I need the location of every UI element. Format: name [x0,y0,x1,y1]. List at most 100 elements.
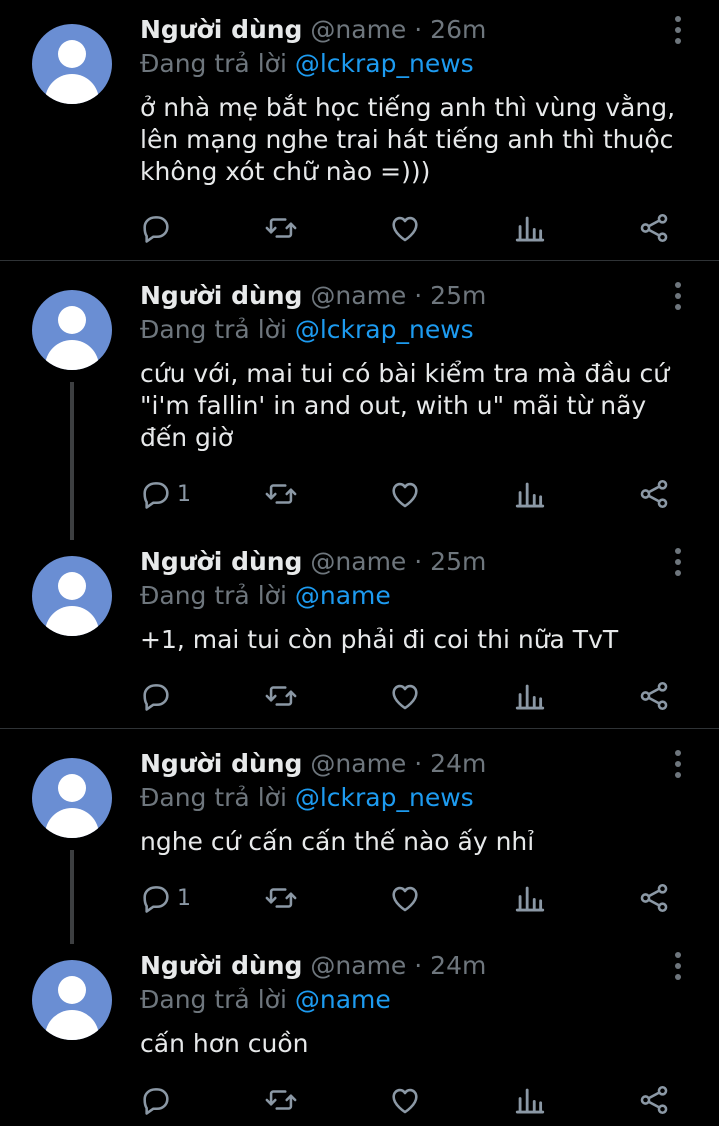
avatar[interactable] [32,556,112,636]
like-button[interactable] [388,474,422,514]
timestamp[interactable]: 25m [430,281,486,310]
divider [0,260,719,261]
separator: · [414,547,423,576]
mention-link[interactable]: @lckrap_news [295,49,474,78]
reply-button[interactable]: 1 [139,878,191,918]
avatar[interactable] [32,758,112,838]
share-button[interactable] [637,676,671,716]
retweet-button[interactable] [264,878,298,918]
share-button[interactable] [637,1080,671,1120]
thread-line [70,382,74,540]
reply-button[interactable] [139,1080,177,1120]
views-icon [513,211,547,245]
reply-button[interactable] [139,208,177,248]
display-name[interactable]: Người dùng [140,749,302,778]
views-icon [513,1083,547,1117]
display-name[interactable]: Người dùng [140,281,302,310]
retweet-icon [264,881,298,915]
handle[interactable]: @name [310,281,406,310]
like-icon [388,211,422,245]
handle[interactable]: @name [310,15,406,44]
like-button[interactable] [388,208,422,248]
reply-button[interactable] [139,676,177,716]
retweet-button[interactable] [264,208,298,248]
share-icon [637,881,671,915]
separator: · [414,281,423,310]
display-name[interactable]: Người dùng [140,15,302,44]
more-options-icon[interactable] [670,548,686,576]
timestamp[interactable]: 24m [430,951,486,980]
tweet-text: ở nhà mẹ bắt học tiếng anh thì vùng vằng… [140,93,676,186]
timestamp[interactable]: 24m [430,749,486,778]
like-icon [388,477,422,511]
timestamp[interactable]: 25m [430,547,486,576]
mention-link[interactable]: @lckrap_news [295,315,474,344]
views-button[interactable] [513,878,547,918]
reply-count: 1 [177,481,191,507]
mention-link[interactable]: @name [295,985,391,1014]
replying-to-label: Đang trả lời [140,315,287,344]
reply-icon [139,477,173,511]
separator: · [414,951,423,980]
tweet-header: Người dùng @name · 24m [140,950,486,982]
retweet-button[interactable] [264,474,298,514]
retweet-icon [264,1083,298,1117]
avatar[interactable] [32,290,112,370]
views-button[interactable] [513,1080,547,1120]
views-icon [513,477,547,511]
divider [0,728,719,729]
replying-to: Đang trả lời @name [140,984,391,1016]
reply-icon [139,1083,173,1117]
handle[interactable]: @name [310,547,406,576]
like-icon [388,881,422,915]
tweet-header: Người dùng @name · 25m [140,280,486,312]
action-bar [0,676,719,716]
retweet-button[interactable] [264,676,298,716]
more-options-icon[interactable] [670,952,686,980]
reply-button[interactable]: 1 [139,474,191,514]
mention-link[interactable]: @lckrap_news [295,783,474,812]
like-button[interactable] [388,1080,422,1120]
share-button[interactable] [637,474,671,514]
replying-to: Đang trả lời @lckrap_news [140,314,474,346]
avatar[interactable] [32,960,112,1040]
replying-to-label: Đang trả lời [140,985,287,1014]
more-options-icon[interactable] [670,750,686,778]
handle[interactable]: @name [310,951,406,980]
like-button[interactable] [388,878,422,918]
replying-to-label: Đang trả lời [140,581,287,610]
share-icon [637,477,671,511]
display-name[interactable]: Người dùng [140,547,302,576]
views-button[interactable] [513,676,547,716]
share-icon [637,1083,671,1117]
tweet-text: cứu với, mai tui có bài kiểm tra mà đầu … [140,359,670,452]
like-button[interactable] [388,676,422,716]
tweet-text: +1, mai tui còn phải đi coi thi nữa TvT [140,625,619,654]
separator: · [414,15,423,44]
retweet-button[interactable] [264,1080,298,1120]
share-button[interactable] [637,208,671,248]
replying-to: Đang trả lời @name [140,580,391,612]
tweet-header: Người dùng @name · 26m [140,14,486,46]
timestamp[interactable]: 26m [430,15,486,44]
display-name[interactable]: Người dùng [140,951,302,980]
avatar[interactable] [32,24,112,104]
reply-icon [139,211,173,245]
action-bar: 1 [0,474,719,514]
retweet-icon [264,477,298,511]
views-button[interactable] [513,208,547,248]
replying-to-label: Đang trả lời [140,783,287,812]
handle[interactable]: @name [310,749,406,778]
mention-link[interactable]: @name [295,581,391,610]
separator: · [414,749,423,778]
views-button[interactable] [513,474,547,514]
share-button[interactable] [637,878,671,918]
retweet-icon [264,211,298,245]
replying-to: Đang trả lời @lckrap_news [140,782,474,814]
action-bar [0,208,719,248]
views-icon [513,679,547,713]
action-bar [0,1080,719,1120]
more-options-icon[interactable] [670,282,686,310]
more-options-icon[interactable] [670,16,686,44]
like-icon [388,679,422,713]
